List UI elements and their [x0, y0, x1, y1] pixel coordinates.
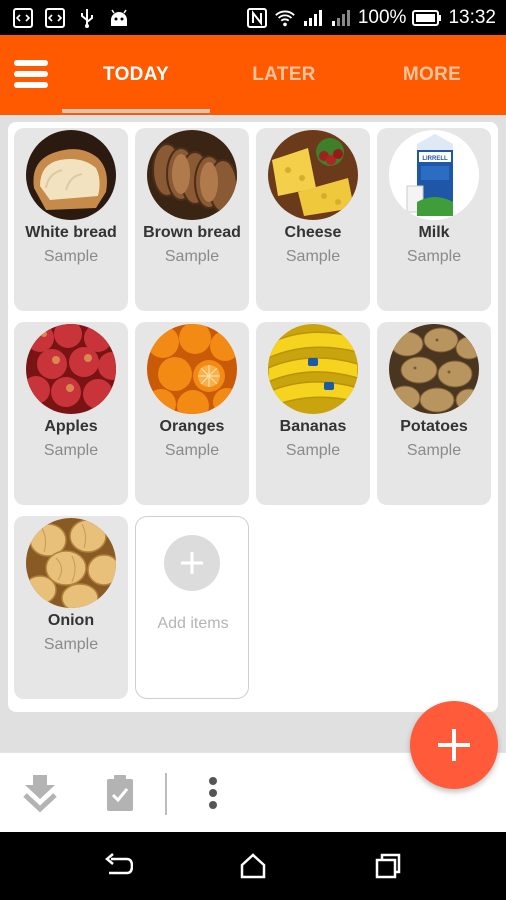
system-nav-bar [0, 832, 506, 900]
status-bar: 100% 13:32 [0, 0, 506, 35]
svg-text:LIRRELL: LIRRELL [422, 156, 448, 162]
add-items-button[interactable]: Add items [135, 516, 249, 699]
milk-carton-image: LIRRELL [389, 130, 479, 220]
white-bread-image [26, 130, 116, 220]
item-name: Apples [44, 418, 98, 435]
item-name: Milk [418, 224, 450, 241]
signal-icon [330, 7, 352, 29]
tab-later[interactable]: LATER [210, 35, 358, 115]
item-subtitle: Sample [406, 248, 462, 265]
item-subtitle: Sample [285, 442, 341, 459]
tab-indicator [62, 109, 210, 113]
android-icon [108, 7, 130, 29]
item-tile[interactable]: Potatoes Sample [377, 322, 491, 505]
bananas-image [268, 324, 358, 414]
apples-image [26, 324, 116, 414]
item-name: Onion [47, 612, 95, 629]
add-items-label: Add items [157, 615, 229, 632]
tab-today[interactable]: TODAY [62, 35, 210, 115]
home-icon[interactable] [235, 848, 271, 884]
item-name: White bread [25, 224, 117, 241]
item-tile[interactable]: Apples Sample [14, 322, 128, 505]
code-icon [44, 7, 66, 29]
item-tile[interactable]: Onion Sample [14, 516, 128, 699]
item-tile[interactable]: Cheese Sample [256, 128, 370, 311]
plus-icon [164, 535, 220, 591]
recents-icon[interactable] [370, 848, 406, 884]
item-subtitle: Sample [164, 248, 220, 265]
brown-bread-image [147, 130, 237, 220]
hamburger-icon[interactable] [14, 60, 48, 88]
item-tile[interactable]: LIRRELL Milk Sample [377, 128, 491, 311]
oranges-image [147, 324, 237, 414]
wifi-icon [274, 7, 296, 29]
item-subtitle: Sample [164, 442, 220, 459]
shopping-list-area: White bread Sample Brown bread Sample Ch… [0, 115, 506, 752]
clock: 13:32 [448, 6, 496, 28]
add-fab-button[interactable] [410, 701, 498, 789]
item-tile[interactable]: Bananas Sample [256, 322, 370, 505]
back-icon[interactable] [100, 848, 136, 884]
item-name: Bananas [279, 418, 347, 435]
nfc-icon [246, 7, 268, 29]
cheese-image [268, 130, 358, 220]
item-tile[interactable]: Oranges Sample [135, 322, 249, 505]
item-name: Cheese [284, 224, 342, 241]
more-vert-icon[interactable] [193, 771, 233, 815]
item-name: Brown bread [143, 224, 241, 241]
usb-icon [76, 7, 98, 29]
code-icon [12, 7, 34, 29]
item-subtitle: Sample [285, 248, 341, 265]
download-icon[interactable] [20, 771, 60, 815]
battery-icon [412, 7, 442, 29]
onion-image [26, 518, 116, 608]
item-subtitle: Sample [43, 442, 99, 459]
items-panel: White bread Sample Brown bread Sample Ch… [8, 122, 498, 712]
item-tile[interactable]: Brown bread Sample [135, 128, 249, 311]
tab-more[interactable]: MORE [358, 35, 506, 115]
clipboard-check-icon[interactable] [100, 771, 140, 815]
app-bar: TODAY LATER MORE [0, 35, 506, 115]
potatoes-image [389, 324, 479, 414]
item-subtitle: Sample [43, 636, 99, 653]
item-name: Oranges [159, 418, 225, 435]
item-subtitle: Sample [43, 248, 99, 265]
item-name: Potatoes [400, 418, 468, 435]
plus-icon [438, 729, 470, 761]
signal-icon [302, 7, 324, 29]
battery-percent: 100% [357, 6, 407, 28]
item-subtitle: Sample [406, 442, 462, 459]
toolbar-divider [165, 773, 167, 815]
item-tile[interactable]: White bread Sample [14, 128, 128, 311]
